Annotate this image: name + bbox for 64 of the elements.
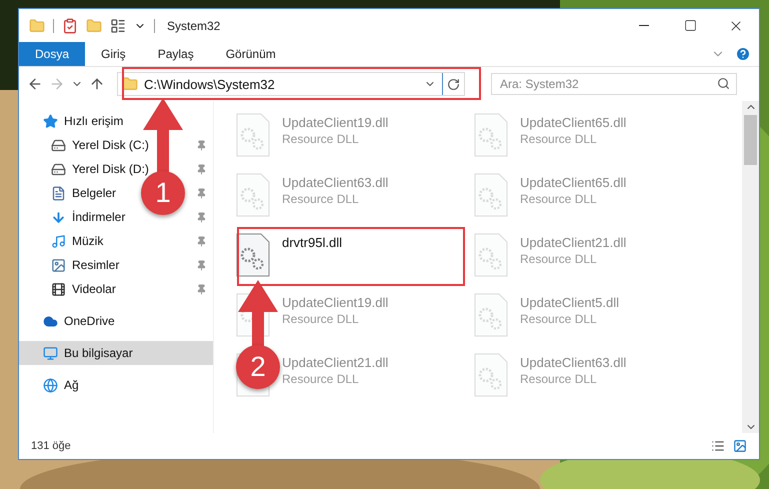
back-button[interactable] bbox=[27, 76, 43, 92]
file-type: Resource DLL bbox=[282, 192, 360, 206]
drive-icon bbox=[51, 138, 66, 152]
drive-icon bbox=[51, 162, 66, 176]
star-icon bbox=[43, 114, 58, 128]
dll-file-icon bbox=[474, 353, 508, 397]
folder-icon bbox=[122, 76, 138, 92]
details-view-icon[interactable] bbox=[711, 439, 725, 453]
sidebar-item[interactable]: Bu bilgisayar bbox=[64, 346, 133, 360]
item-count: 131 öğe bbox=[31, 440, 71, 452]
file-type: Resource DLL bbox=[282, 372, 360, 386]
maximize-icon bbox=[684, 19, 696, 32]
address-path: C:\Windows\System32 bbox=[144, 76, 276, 92]
search-icon bbox=[717, 77, 730, 90]
dll-file-icon bbox=[474, 293, 508, 337]
sidebar-item[interactable]: Resimler bbox=[72, 258, 120, 272]
dll-file-icon bbox=[236, 113, 270, 157]
properties-icon bbox=[62, 18, 78, 34]
large-icons-view-icon[interactable] bbox=[733, 439, 747, 453]
sidebar-item[interactable]: Ağ bbox=[64, 378, 79, 392]
sidebar-item[interactable]: Videolar bbox=[72, 282, 116, 296]
dll-file-icon bbox=[474, 173, 508, 217]
sidebar-item[interactable]: Hızlı erişim bbox=[64, 114, 124, 128]
folder-icon bbox=[29, 18, 45, 34]
sidebar-item[interactable]: Müzik bbox=[72, 234, 104, 248]
customize-icon bbox=[110, 18, 126, 34]
refresh-icon bbox=[447, 78, 460, 90]
file-type: Resource DLL bbox=[520, 132, 598, 146]
sidebar-item[interactable]: Belgeler bbox=[72, 186, 116, 200]
sidebar-item[interactable]: Yerel Disk (C:) bbox=[72, 138, 149, 152]
window-title: System32 bbox=[167, 18, 220, 32]
ribbon-tab[interactable]: Dosya bbox=[19, 42, 86, 66]
new-folder-icon bbox=[86, 18, 102, 34]
file-type: Resource DLL bbox=[520, 312, 598, 326]
file-type: Resource DLL bbox=[282, 312, 360, 326]
sidebar-item[interactable]: OneDrive bbox=[64, 314, 115, 328]
ribbon-tab[interactable]: Görünüm bbox=[210, 42, 292, 66]
picture-icon bbox=[51, 258, 66, 272]
document-icon bbox=[51, 186, 66, 200]
sidebar-item[interactable]: İndirmeler bbox=[72, 210, 126, 224]
file-type: Resource DLL bbox=[282, 132, 360, 146]
ribbon-tab[interactable]: Paylaş bbox=[142, 42, 210, 66]
dll-file-icon bbox=[236, 233, 270, 277]
search-field[interactable]: Ara: System32 bbox=[491, 73, 737, 95]
cloud-icon bbox=[43, 314, 58, 328]
film-icon bbox=[51, 282, 66, 296]
music-note-icon bbox=[51, 234, 66, 248]
minimize-icon bbox=[639, 25, 649, 26]
download-icon bbox=[51, 210, 66, 224]
file-type: Resource DLL bbox=[520, 192, 598, 206]
file-name[interactable]: drvtr95l.dll bbox=[282, 235, 342, 250]
scrollbar[interactable] bbox=[742, 101, 759, 433]
dll-file-icon bbox=[474, 233, 508, 277]
address-field[interactable]: C:\Windows\System32 bbox=[117, 72, 465, 96]
scrollbar-thumb[interactable] bbox=[744, 115, 757, 165]
help-icon[interactable] bbox=[735, 46, 751, 62]
ribbon-tab[interactable]: Giriş bbox=[85, 42, 142, 66]
globe-icon bbox=[43, 378, 58, 392]
monitor-icon bbox=[43, 346, 58, 360]
dll-file-icon bbox=[474, 113, 508, 157]
up-button[interactable] bbox=[89, 76, 105, 92]
file-type: Resource DLL bbox=[520, 252, 598, 266]
file-type: Resource DLL bbox=[520, 372, 598, 386]
dll-file-icon bbox=[236, 173, 270, 217]
